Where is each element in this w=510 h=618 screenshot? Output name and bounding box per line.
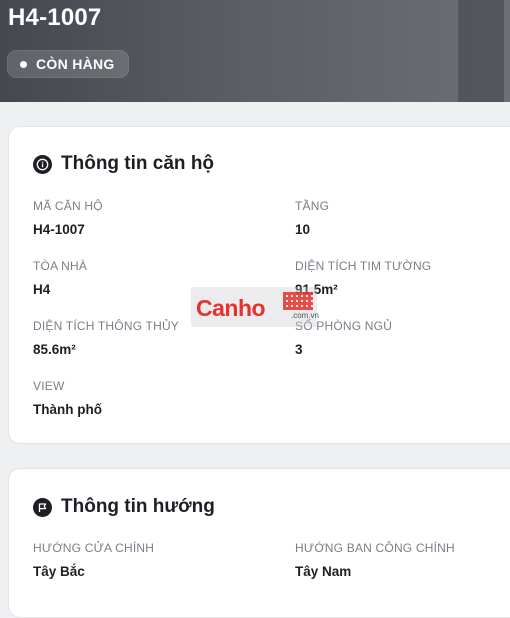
field-value: Thành phố [33, 402, 102, 417]
apartment-code-title: H4-1007 [8, 4, 102, 31]
building-icon [283, 292, 313, 310]
field-building: TÒA NHÀ H4 [33, 259, 87, 298]
field-value: 10 [295, 222, 311, 237]
apartment-info-header: Thông tin căn hộ [33, 153, 214, 175]
field-value: H4-1007 [33, 222, 85, 237]
direction-info-header: Thông tin hướng [33, 496, 215, 518]
field-value: Tây Nam [295, 564, 352, 579]
field-value: 3 [295, 342, 303, 357]
field-label: TÒA NHÀ [33, 259, 88, 273]
flag-icon [33, 497, 52, 517]
field-view: VIEW Thành phố [33, 379, 102, 418]
direction-info-title: Thông tin hướng [61, 496, 215, 517]
field-label: DIỆN TÍCH TIM TƯỜNG [295, 259, 432, 273]
field-label: HƯỚNG CỬA CHÍNH [33, 541, 155, 555]
header-shade [458, 0, 504, 102]
status-dot-icon [20, 60, 27, 68]
field-label: TẦNG [295, 199, 330, 213]
status-badge-label: CÒN HÀNG [36, 56, 115, 72]
header-banner: H4-1007 CÒN HÀNG [0, 0, 510, 102]
field-balcony-direction: HƯỚNG BAN CÔNG CHÍNH Tây Nam [295, 541, 455, 580]
field-value: Tây Bắc [33, 564, 85, 579]
field-label: HƯỚNG BAN CÔNG CHÍNH [295, 541, 455, 555]
field-main-door-direction: HƯỚNG CỬA CHÍNH Tây Bắc [33, 541, 154, 580]
apartment-info-card: Thông tin căn hộ MÃ CĂN HỘ H4-1007 TẦNG … [8, 126, 510, 444]
apartment-info-title: Thông tin căn hộ [61, 153, 215, 174]
field-value: 85.6m² [33, 342, 76, 357]
field-label: MÃ CĂN HỘ [33, 199, 103, 213]
field-floor: TẦNG 10 [295, 199, 329, 238]
watermark-domain: .com.vn [291, 311, 320, 320]
field-label: DIỆN TÍCH THÔNG THỦY [33, 319, 180, 333]
status-badge: CÒN HÀNG [7, 50, 129, 78]
watermark-logo: Canho .com.vn [191, 287, 320, 327]
field-net-area: DIỆN TÍCH THÔNG THỦY 85.6m² [33, 319, 179, 358]
info-icon [33, 154, 52, 174]
field-value: H4 [33, 282, 51, 297]
field-apartment-code: MÃ CĂN HỘ H4-1007 [33, 199, 103, 238]
watermark-brand: Canho [196, 295, 266, 321]
direction-info-card: Thông tin hướng HƯỚNG CỬA CHÍNH Tây Bắc … [8, 468, 510, 618]
field-label: VIEW [33, 379, 65, 393]
